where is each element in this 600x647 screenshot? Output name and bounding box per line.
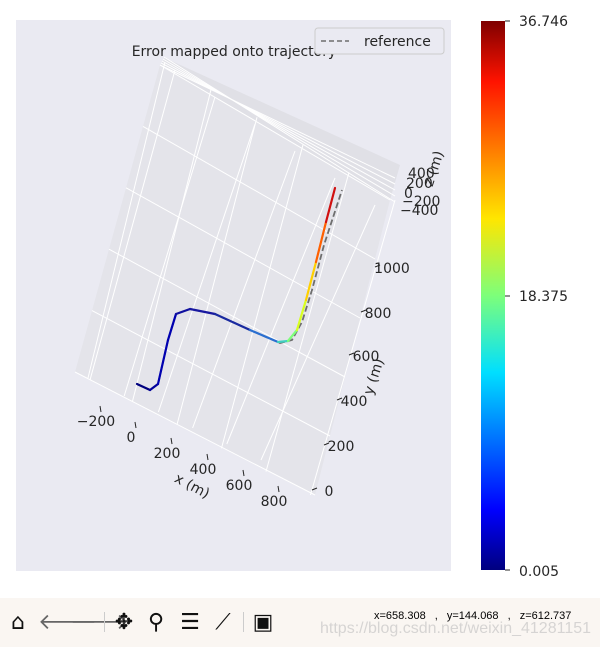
home-icon[interactable]: ⌂ — [5, 610, 31, 636]
z-tick-label: −400 — [400, 203, 438, 219]
forward-arrow-icon[interactable]: 🡒 — [70, 610, 129, 636]
y-tick-label: 800 — [365, 306, 392, 322]
legend-reference-label: reference — [364, 34, 431, 50]
chart-title: Error mapped onto trajectory — [132, 44, 337, 60]
edit-axes-chart-icon[interactable]: ⟋ — [210, 610, 236, 636]
x-tick-label: 200 — [154, 446, 181, 462]
x-tick-label: 0 — [127, 430, 136, 446]
save-floppy-icon[interactable]: ▣ — [250, 610, 276, 636]
back-arrow-icon[interactable]: 🡐 — [38, 610, 97, 636]
configure-sliders-icon[interactable]: ☰ — [177, 610, 203, 636]
x-tick-label: 600 — [226, 478, 253, 494]
zoom-magnifier-icon[interactable]: ⚲ — [143, 610, 169, 636]
watermark: https://blog.csdn.net/weixin_41281151 — [320, 620, 592, 637]
colorbar-ticks — [505, 20, 510, 571]
colorbar — [481, 21, 505, 570]
y-tick-label: 1000 — [374, 261, 410, 277]
colorbar-tick-mid: 18.375 — [519, 289, 568, 305]
x-tick-label: −200 — [77, 414, 115, 430]
cursor-coordinates: x=658.308 , y=144.068 , z=612.737 — [374, 610, 572, 622]
y-tick-label: 400 — [341, 394, 368, 410]
x-tick-label: 800 — [261, 494, 288, 510]
trajectory-segment — [276, 339, 290, 344]
pan-move-icon[interactable]: ✥ — [111, 610, 137, 636]
toolbar: ⌂ 🡐 🡒 ✥ ⚲ ☰ ⟋ ▣ https://blog.csdn.net/we… — [0, 598, 600, 647]
x-tick-label: 400 — [190, 462, 217, 478]
colorbar-tick-max: 36.746 — [519, 14, 568, 30]
y-tick-label: 0 — [325, 484, 334, 500]
figure: Error mapped onto trajectory −200 0 200 400… — [16, 14, 568, 580]
y-tick-label: 200 — [328, 439, 355, 455]
colorbar-tick-min: 0.005 — [519, 564, 559, 580]
legend: reference — [314, 27, 445, 55]
